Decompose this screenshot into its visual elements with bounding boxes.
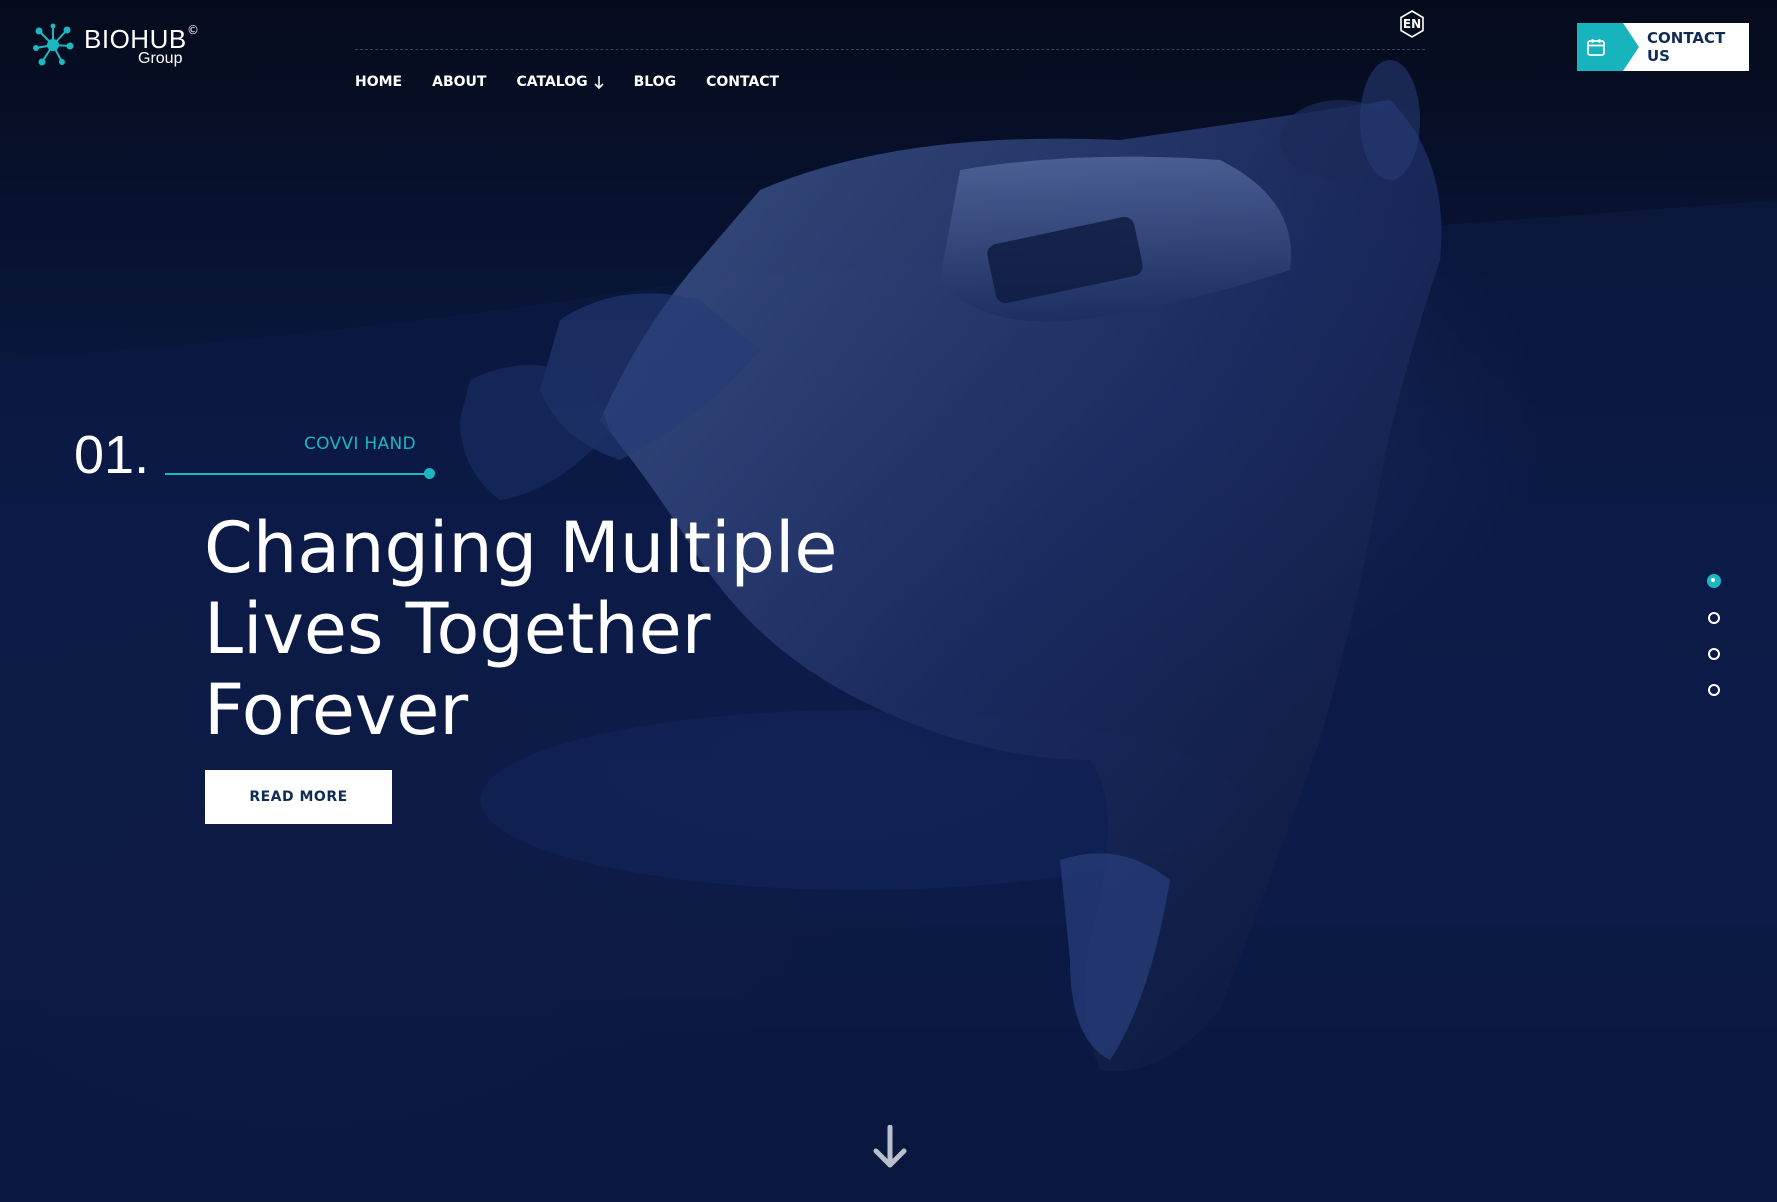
header-divider: [355, 49, 1425, 50]
nav-item-label: CATALOG: [516, 74, 588, 90]
nav-item-label: BLOG: [633, 74, 677, 90]
logo-copyright-mark: ©: [187, 23, 199, 37]
arrow-down-icon: [594, 75, 604, 89]
biohub-logo[interactable]: BIOHUB © Group: [30, 20, 210, 70]
nav-item-about[interactable]: ABOUT: [432, 74, 486, 90]
logo-subtitle: Group: [138, 50, 183, 67]
nav-item-catalog[interactable]: CATALOG: [516, 74, 604, 90]
pagination-dot-2[interactable]: [1708, 612, 1720, 624]
slide-accent-dot: [424, 468, 435, 479]
main-nav: HOME ABOUT CATALOG BLOG CONTACT: [355, 74, 779, 90]
scroll-down-button[interactable]: [872, 1124, 908, 1169]
slide-headline: Changing Multiple Lives Together Forever: [204, 507, 838, 751]
pagination-dot-3[interactable]: [1708, 648, 1720, 660]
contact-button-icon-block: [1577, 23, 1639, 71]
pagination-dot-1[interactable]: [1707, 574, 1721, 588]
arrow-down-icon: [873, 1124, 907, 1168]
calendar-icon: [1587, 39, 1605, 56]
slider-pagination: [1707, 574, 1721, 696]
pagination-dot-4[interactable]: [1708, 684, 1720, 696]
read-more-button[interactable]: READ MORE: [205, 770, 392, 824]
slide-category: COVVI HAND: [304, 434, 416, 454]
contact-us-label: CONTACT US: [1647, 29, 1726, 65]
molecule-icon: [33, 23, 74, 66]
nav-item-label: HOME: [355, 74, 403, 90]
nav-item-label: ABOUT: [432, 74, 487, 90]
nav-item-contact[interactable]: CONTACT: [706, 74, 779, 90]
nav-item-blog[interactable]: BLOG: [634, 74, 677, 90]
nav-item-label: CONTACT: [706, 74, 780, 90]
contact-us-button[interactable]: CONTACT US: [1577, 23, 1749, 71]
slide-number: 01.: [74, 425, 150, 485]
language-label: EN: [1402, 17, 1422, 31]
nav-item-home[interactable]: HOME: [355, 74, 402, 90]
language-switcher[interactable]: EN: [1397, 9, 1427, 39]
slide-accent-line: [165, 473, 429, 475]
